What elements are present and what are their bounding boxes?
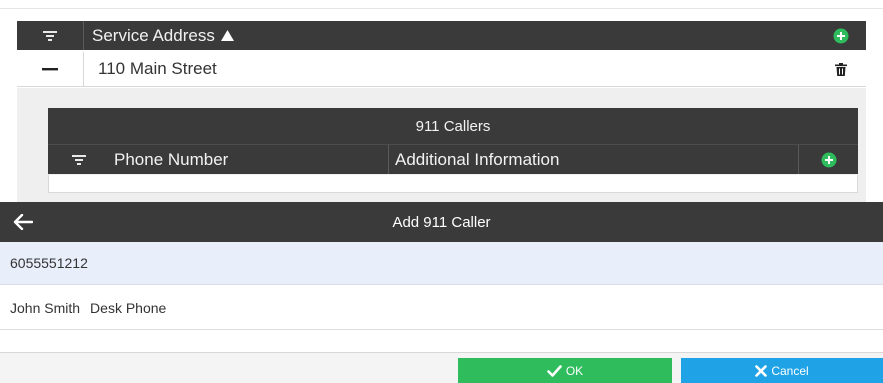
delete-row-button[interactable] [816,62,866,76]
add-service-address-button[interactable] [816,21,866,50]
service-address-value: 110 Main Street [98,59,217,78]
collapse-row-button[interactable] [17,52,84,86]
plus-circle-icon [821,152,836,167]
phone-number-column-header[interactable]: Phone Number [110,145,389,174]
add-caller-button[interactable] [799,145,858,174]
additional-info-field[interactable]: John Smith Desk Phone [0,286,883,330]
phone-number-field[interactable]: 6055551212 [0,242,883,285]
additional-information-column-header[interactable]: Additional Information [389,145,799,174]
check-icon [547,364,562,377]
plus-circle-icon [833,28,849,43]
dialog-title: Add 911 Caller [392,213,491,231]
service-address-header-label: Service Address [92,25,215,45]
ok-button-label: OK [565,363,584,378]
service-address-row[interactable]: 110 Main Street [17,52,866,87]
callers-grid-header: Phone Number Additional Information [48,144,858,174]
top-divider [0,8,883,9]
callers-grid-body [48,175,858,193]
cancel-button[interactable]: Cancel [681,358,883,383]
minus-icon [42,67,58,70]
caller-location-value: Desk Phone [90,299,167,316]
trash-icon [835,62,847,76]
ok-button[interactable]: OK [458,358,672,383]
x-icon [755,364,768,377]
cancel-button-label: Cancel [771,363,809,378]
caller-name-value: John Smith [10,299,81,316]
callers-grid-title: 911 Callers [48,108,858,144]
service-address-grid-header: Service Address [17,21,866,50]
arrow-left-icon [13,214,33,230]
add-caller-dialog-header: Add 911 Caller [0,202,883,242]
service-address-column-header[interactable]: Service Address [84,26,816,46]
sort-ascending-icon [220,26,234,46]
filter-icon[interactable] [48,145,110,174]
phone-number-value: 6055551212 [10,255,88,271]
back-button[interactable] [0,202,46,242]
filter-icon[interactable] [17,21,84,50]
